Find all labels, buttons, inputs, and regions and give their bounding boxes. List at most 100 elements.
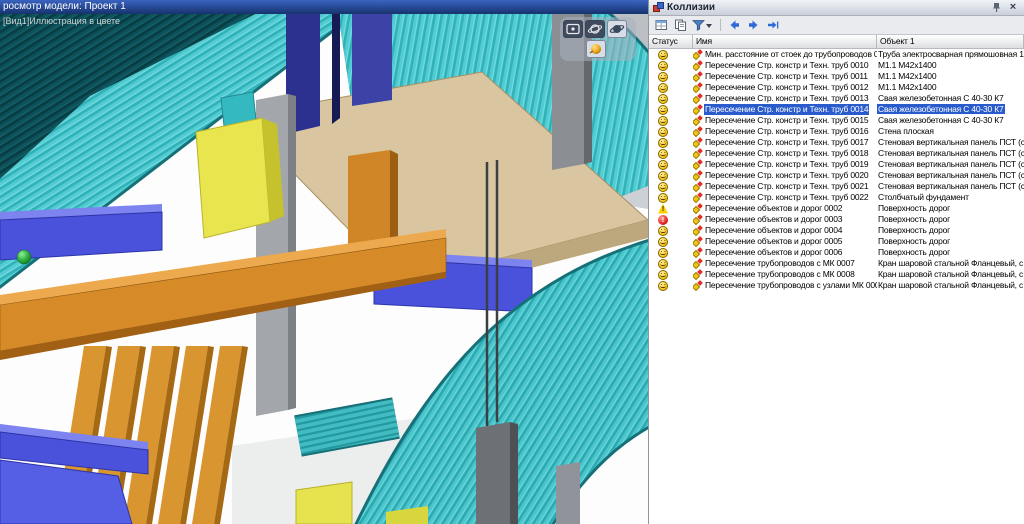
viewport-nav-toolbar <box>560 17 636 61</box>
table-row[interactable]: Пересечение Стр. констр и Техн. труб 001… <box>649 159 1024 170</box>
column-header-status[interactable]: Статус <box>649 35 693 49</box>
clash-icon <box>693 83 702 93</box>
render-mode-button[interactable] <box>586 40 606 58</box>
view-mode-label: [Вид1]Иллюстрация в цвете <box>3 16 120 26</box>
table-row[interactable]: Пересечение Стр. констр и Техн. труб 001… <box>649 93 1024 104</box>
viewport-3d[interactable]: [Вид1]Иллюстрация в цвете <box>0 14 648 524</box>
filter-button[interactable] <box>690 17 716 33</box>
collision-object: Свая железобетонная С 40-30 К7 <box>877 93 1005 103</box>
pin-icon[interactable] <box>989 1 1003 14</box>
clash-icon <box>693 281 702 291</box>
collision-name: Пересечение трубопроводов с МК 0008 <box>704 269 856 280</box>
table-row[interactable]: Пересечение Стр. констр и Техн. труб 002… <box>649 181 1024 192</box>
back-button[interactable] <box>725 17 743 33</box>
collision-object: Кран шаровой стальной Фланцевый, с ручко… <box>877 269 1024 279</box>
filter-icon <box>692 19 714 31</box>
table-row[interactable]: Пересечение объектов и дорог 0003 Поверх… <box>649 214 1024 225</box>
collision-icon <box>653 2 664 13</box>
table-row[interactable]: Пересечение трубопроводов с узлами МК 00… <box>649 280 1024 291</box>
collision-object: Поверхность дорог <box>877 225 951 235</box>
status-icon <box>658 127 668 137</box>
table-row[interactable]: Пересечение Стр. констр и Техн. труб 002… <box>649 192 1024 203</box>
collision-name: Пересечение Стр. констр и Техн. труб 001… <box>704 126 869 137</box>
table-row[interactable]: Пересечение Стр. констр и Техн. труб 001… <box>649 137 1024 148</box>
table-row[interactable]: Пересечение объектов и дорог 0004 Поверх… <box>649 225 1024 236</box>
status-icon <box>658 105 668 115</box>
collision-object: М1.1 М42х1400 <box>877 71 937 81</box>
table-row[interactable]: Пересечение Стр. констр и Техн. труб 001… <box>649 115 1024 126</box>
collision-name: Пересечение Стр. констр и Техн. труб 001… <box>704 71 869 82</box>
table-row[interactable]: Пересечение Стр. констр и Техн. труб 001… <box>649 60 1024 71</box>
collision-name: Пересечение объектов и дорог 0003 <box>704 214 843 225</box>
gray-pole[interactable] <box>556 462 580 524</box>
report-button[interactable] <box>652 17 670 33</box>
table-row[interactable]: Пересечение Стр. констр и Техн. труб 001… <box>649 71 1024 82</box>
status-icon <box>658 94 668 104</box>
status-icon <box>658 160 668 170</box>
collision-object: Стеновая вертикальная панель ПСТ (серая) <box>877 137 1024 147</box>
table-row[interactable]: Пересечение объектов и дорог 0002 Поверх… <box>649 203 1024 214</box>
status-icon <box>658 270 668 280</box>
clash-icon <box>693 182 702 192</box>
model-view-window: росмотр модели: Проект 1 <box>0 0 648 524</box>
collisions-panel-title: Коллизии <box>667 2 986 13</box>
table-row[interactable]: Пересечение трубопроводов с МК 0008 Кран… <box>649 269 1024 280</box>
collision-object: Поверхность дорог <box>877 214 951 224</box>
table-row[interactable]: Пересечение трубопроводов с МК 0007 Кран… <box>649 258 1024 269</box>
dropdown-arrow-icon <box>706 24 712 28</box>
status-icon <box>658 248 668 258</box>
clash-icon <box>693 226 702 236</box>
table-row[interactable]: Пересечение Стр. констр и Техн. труб 001… <box>649 126 1024 137</box>
render-mode-icon <box>587 41 605 57</box>
collision-name: Пересечение Стр. констр и Техн. труб 001… <box>704 159 869 170</box>
status-icon <box>658 237 668 247</box>
table-row[interactable]: Пересечение Стр. констр и Техн. труб 001… <box>649 82 1024 93</box>
full-navigation-button[interactable] <box>563 20 583 38</box>
column-header-name[interactable]: Имя <box>693 35 877 49</box>
clash-icon <box>693 127 702 137</box>
clash-icon <box>693 61 702 71</box>
status-icon <box>658 149 668 159</box>
close-icon[interactable]: × <box>1006 1 1020 14</box>
scene-3d <box>0 14 648 524</box>
status-icon <box>658 281 668 291</box>
clash-icon <box>693 149 702 159</box>
copy-button[interactable] <box>671 17 689 33</box>
collision-object: Столбчатый фундамент <box>877 192 970 202</box>
collisions-toolbar <box>649 16 1024 35</box>
collision-object: М1.1 М42х1400 <box>877 60 937 70</box>
table-row[interactable]: Пересечение объектов и дорог 0005 Поверх… <box>649 236 1024 247</box>
dark-post[interactable] <box>476 422 518 524</box>
status-icon <box>658 226 668 236</box>
collision-name: Пересечение Стр. констр и Техн. труб 002… <box>704 170 869 181</box>
table-row[interactable]: Пересечение объектов и дорог 0006 Поверх… <box>649 247 1024 258</box>
clash-icon <box>693 193 702 203</box>
collision-name: Пересечение Стр. констр и Техн. труб 001… <box>704 148 869 159</box>
table-row[interactable]: Пересечение Стр. констр и Техн. труб 002… <box>649 170 1024 181</box>
status-icon <box>658 259 668 269</box>
table-row[interactable]: Пересечение Стр. констр и Техн. труб 001… <box>649 104 1024 115</box>
collision-name: Мин. расстояние от стоек до трубопроводо… <box>704 49 877 60</box>
collision-object: Свая железобетонная С 40-30 К7 <box>877 104 1005 114</box>
steering-wheel-button[interactable] <box>607 20 627 38</box>
status-icon <box>658 182 668 192</box>
collision-object: Кран шаровой стальной Фланцевый, с ручко… <box>877 258 1024 268</box>
clash-icon <box>693 50 702 60</box>
forward-button[interactable] <box>744 17 762 33</box>
copy-icon <box>674 19 687 31</box>
orbit-button[interactable] <box>585 20 605 38</box>
go-to-button[interactable] <box>763 17 781 33</box>
full-navigation-icon <box>564 21 582 37</box>
status-icon <box>658 215 668 225</box>
table-row[interactable]: Мин. расстояние от стоек до трубопроводо… <box>649 49 1024 60</box>
toolbar-separator <box>720 19 721 31</box>
collision-object: М1.1 М42х1400 <box>877 82 937 92</box>
collision-object: Стена плоская <box>877 126 935 136</box>
table-row[interactable]: Пересечение Стр. констр и Техн. труб 001… <box>649 148 1024 159</box>
pipe-segment-small[interactable] <box>298 418 396 436</box>
collision-object: Труба электросварная прямошовная 1020х1 <box>877 49 1024 59</box>
collision-object: Свая железобетонная С 40-30 К7 <box>877 115 1005 125</box>
green-sphere-marker[interactable] <box>17 250 31 264</box>
column-header-object1[interactable]: Объект 1 <box>877 35 1024 49</box>
status-icon <box>658 83 668 93</box>
